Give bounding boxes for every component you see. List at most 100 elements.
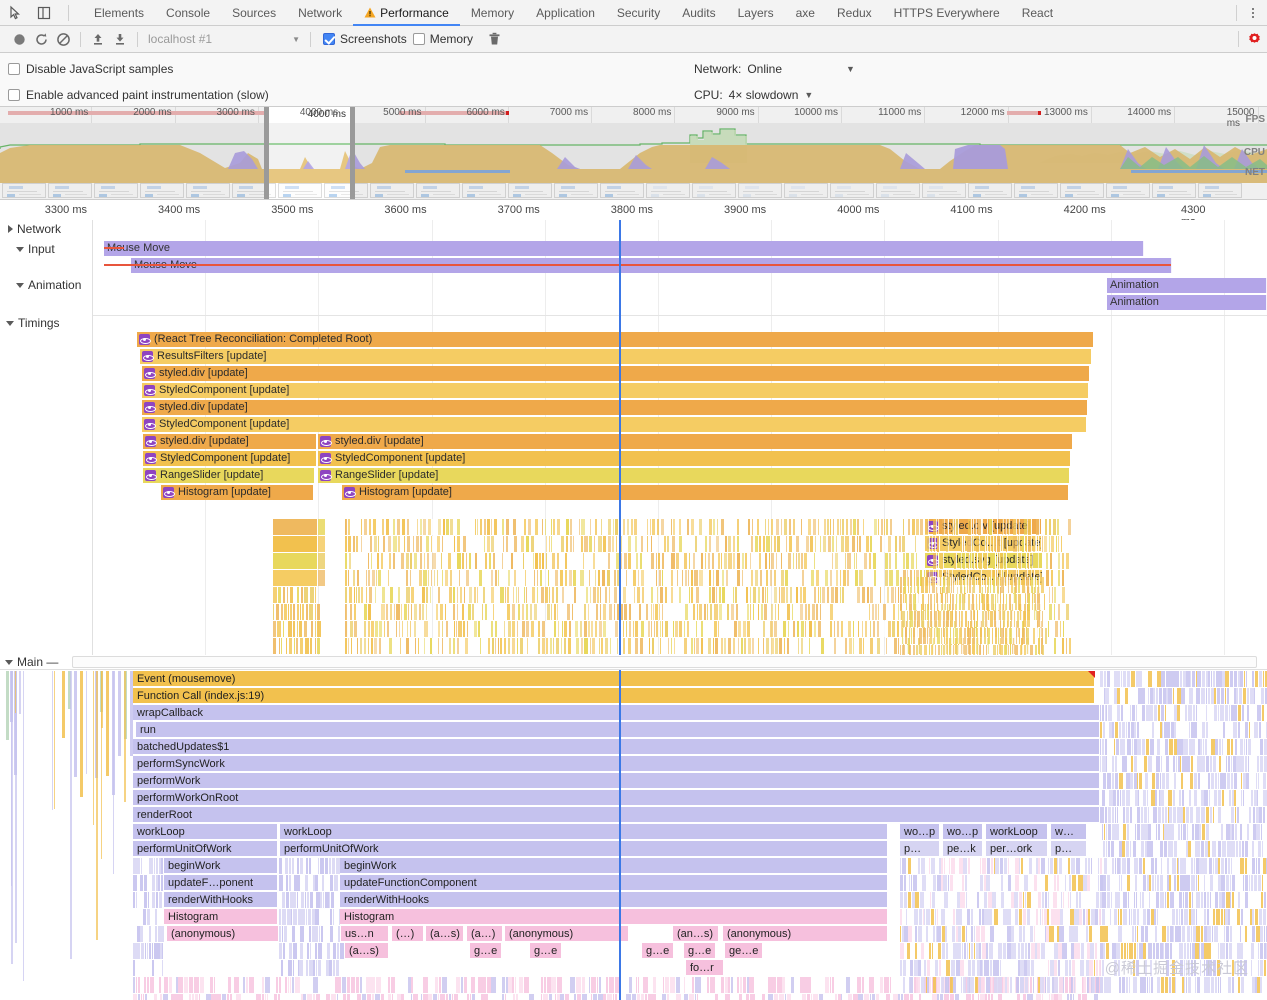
main-thread-track[interactable]: Main — Event (mousemove) Function Call (i… <box>0 655 1267 1000</box>
main-flame-bar[interactable]: Histogram <box>164 909 278 925</box>
main-flame-bar[interactable]: g…e <box>642 943 674 959</box>
timing-flame-bar[interactable]: styled.div [update] <box>142 366 1090 381</box>
main-flame-bar[interactable]: pe…k <box>943 841 983 857</box>
main-flame-bar[interactable]: (anonymous) <box>167 926 279 942</box>
clear-button[interactable] <box>52 28 74 50</box>
main-flame-bar[interactable]: performWorkOnRoot <box>133 790 1100 806</box>
tab-performance[interactable]: Performance <box>353 0 460 26</box>
tab-redux[interactable]: Redux <box>826 0 883 26</box>
network-throttling-row[interactable]: Network: Online ▼ <box>694 59 855 79</box>
animation-event-bar[interactable]: Animation <box>1107 295 1267 310</box>
animation-event-bar[interactable]: Animation <box>1107 278 1267 293</box>
main-flame-bar[interactable]: fo…r <box>686 960 724 976</box>
timing-flame-bar[interactable]: styled.div [update] <box>142 400 1088 415</box>
advanced-paint-row[interactable]: Enable advanced paint instrumentation (s… <box>8 85 269 105</box>
main-flame-bar[interactable]: us…n <box>341 926 389 942</box>
memory-checkbox-row[interactable]: Memory <box>413 32 473 46</box>
timing-flame-bar[interactable]: StyledComponent [update] <box>318 451 1071 466</box>
main-flame-bar[interactable]: Function Call (index.js:19) <box>133 688 1095 704</box>
tab-elements[interactable]: Elements <box>83 0 155 26</box>
main-flame-bar[interactable]: (anonymous) <box>723 926 888 942</box>
timing-flame-bar[interactable]: Histogram [update] <box>342 485 1069 500</box>
filmstrip-thumbnail[interactable] <box>278 183 322 198</box>
profile-select[interactable]: localhost #1 ▼ <box>144 29 304 49</box>
main-flame-bar[interactable]: wo…p <box>943 824 983 840</box>
tab-https-everywhere[interactable]: HTTPS Everywhere <box>883 0 1011 26</box>
main-flame-bar[interactable]: wrapCallback <box>133 705 1100 721</box>
inspect-cursor-icon[interactable] <box>8 5 24 21</box>
timing-flame-bar[interactable]: StyledComponent [update] <box>142 417 1087 432</box>
main-flame-bar[interactable]: workLoop <box>280 824 888 840</box>
tab-react[interactable]: React <box>1011 0 1064 26</box>
main-flame-bar[interactable]: performUnitOfWork <box>280 841 888 857</box>
record-button[interactable] <box>8 28 30 50</box>
settings-gear-icon[interactable] <box>1247 32 1262 47</box>
kebab-menu-icon[interactable] <box>1245 5 1261 21</box>
main-flame-bar[interactable]: performSyncWork <box>133 756 1100 772</box>
screenshots-checkbox-row[interactable]: Screenshots <box>323 32 407 46</box>
main-flame-bar[interactable]: (a…) <box>467 926 503 942</box>
timing-flame-bar[interactable]: RangeSlider [update] <box>318 468 1070 483</box>
main-flame-bar[interactable]: g…e <box>684 943 716 959</box>
main-flame-bar[interactable]: renderWithHooks <box>164 892 278 908</box>
screenshots-checkbox[interactable] <box>323 33 335 45</box>
main-flame-bar[interactable]: beginWork <box>164 858 278 874</box>
device-toolbar-icon[interactable] <box>36 5 52 21</box>
main-flame-bar[interactable]: per…ork <box>986 841 1048 857</box>
timeline-tracks[interactable]: Network Input Animation Timings Mouse Mo… <box>0 220 1267 655</box>
tab-axe[interactable]: axe <box>785 0 826 26</box>
main-flame-bar[interactable]: performUnitOfWork <box>133 841 278 857</box>
main-flame-bar[interactable]: workLoop <box>986 824 1048 840</box>
main-flame-bar[interactable]: (anonymous) <box>505 926 629 942</box>
group-animation-top[interactable]: Animation <box>16 278 81 292</box>
network-chevron-down-icon[interactable]: ▼ <box>846 64 855 74</box>
main-flame-bar[interactable]: (…) <box>392 926 424 942</box>
timing-flame-bar[interactable]: StyledComponent [update] <box>142 383 1089 398</box>
main-flame-bar[interactable]: (a…s) <box>345 943 389 959</box>
timing-flame-bar[interactable]: StyledComponent [update] <box>143 451 317 466</box>
main-flame-bar[interactable]: w… <box>1051 824 1087 840</box>
main-flame-bar[interactable]: (a…s) <box>426 926 464 942</box>
load-profile-button[interactable] <box>87 28 109 50</box>
main-flame-bar[interactable]: p… <box>1051 841 1087 857</box>
main-flame-bar[interactable]: renderRoot <box>133 807 1100 823</box>
disable-js-samples-row[interactable]: Disable JavaScript samples <box>8 59 269 79</box>
main-flame-bar[interactable]: beginWork <box>340 858 888 874</box>
timing-flame-bar[interactable]: Histogram [update] <box>161 485 314 500</box>
memory-checkbox[interactable] <box>413 33 425 45</box>
tab-console[interactable]: Console <box>155 0 221 26</box>
main-flame-bar[interactable]: Histogram <box>340 909 888 925</box>
reload-and-record-button[interactable] <box>30 28 52 50</box>
main-flame-bar[interactable]: p… <box>900 841 940 857</box>
group-network-top[interactable]: Network <box>8 222 61 236</box>
main-flame-bar[interactable]: (an…s) <box>673 926 719 942</box>
main-flame-bar[interactable]: batchedUpdates$1 <box>133 739 1100 755</box>
main-flame-bar[interactable]: renderWithHooks <box>340 892 888 908</box>
cpu-chevron-down-icon[interactable]: ▼ <box>804 90 813 100</box>
main-flame-bar[interactable]: run <box>136 722 1100 738</box>
tab-memory[interactable]: Memory <box>460 0 525 26</box>
tab-audits[interactable]: Audits <box>671 0 726 26</box>
timing-flame-bar[interactable]: ResultsFilters [update] <box>140 349 1092 364</box>
main-flame-bar[interactable]: performWork <box>133 773 1100 789</box>
advanced-paint-checkbox[interactable] <box>8 89 20 101</box>
timing-flame-bar[interactable]: styled.div [update] <box>143 434 317 449</box>
group-input-top[interactable]: Input <box>16 242 55 256</box>
tab-application[interactable]: Application <box>525 0 606 26</box>
save-profile-button[interactable] <box>109 28 131 50</box>
input-event-bar[interactable]: Mouse Move <box>104 241 1144 256</box>
timing-flame-bar[interactable]: (React Tree Reconciliation: Completed Ro… <box>137 332 1094 347</box>
timing-flame-bar[interactable]: RangeSlider [update] <box>143 468 315 483</box>
main-flame-bar[interactable]: g…e <box>470 943 502 959</box>
timing-flame-bar[interactable]: styled.div [update] <box>318 434 1073 449</box>
main-flame-bar[interactable]: ge…e <box>725 943 763 959</box>
delete-icon[interactable] <box>483 28 505 50</box>
main-track-header[interactable]: Main — <box>0 655 1267 670</box>
main-flame-bar[interactable]: updateFunctionComponent <box>340 875 888 891</box>
tab-security[interactable]: Security <box>606 0 671 26</box>
main-flame-bar[interactable]: workLoop <box>133 824 278 840</box>
disable-js-samples-checkbox[interactable] <box>8 63 20 75</box>
main-flame-bar[interactable]: Event (mousemove) <box>133 671 1095 687</box>
main-horizontal-scrollbar[interactable] <box>72 656 1257 668</box>
group-timings-top[interactable]: Timings <box>6 316 60 330</box>
